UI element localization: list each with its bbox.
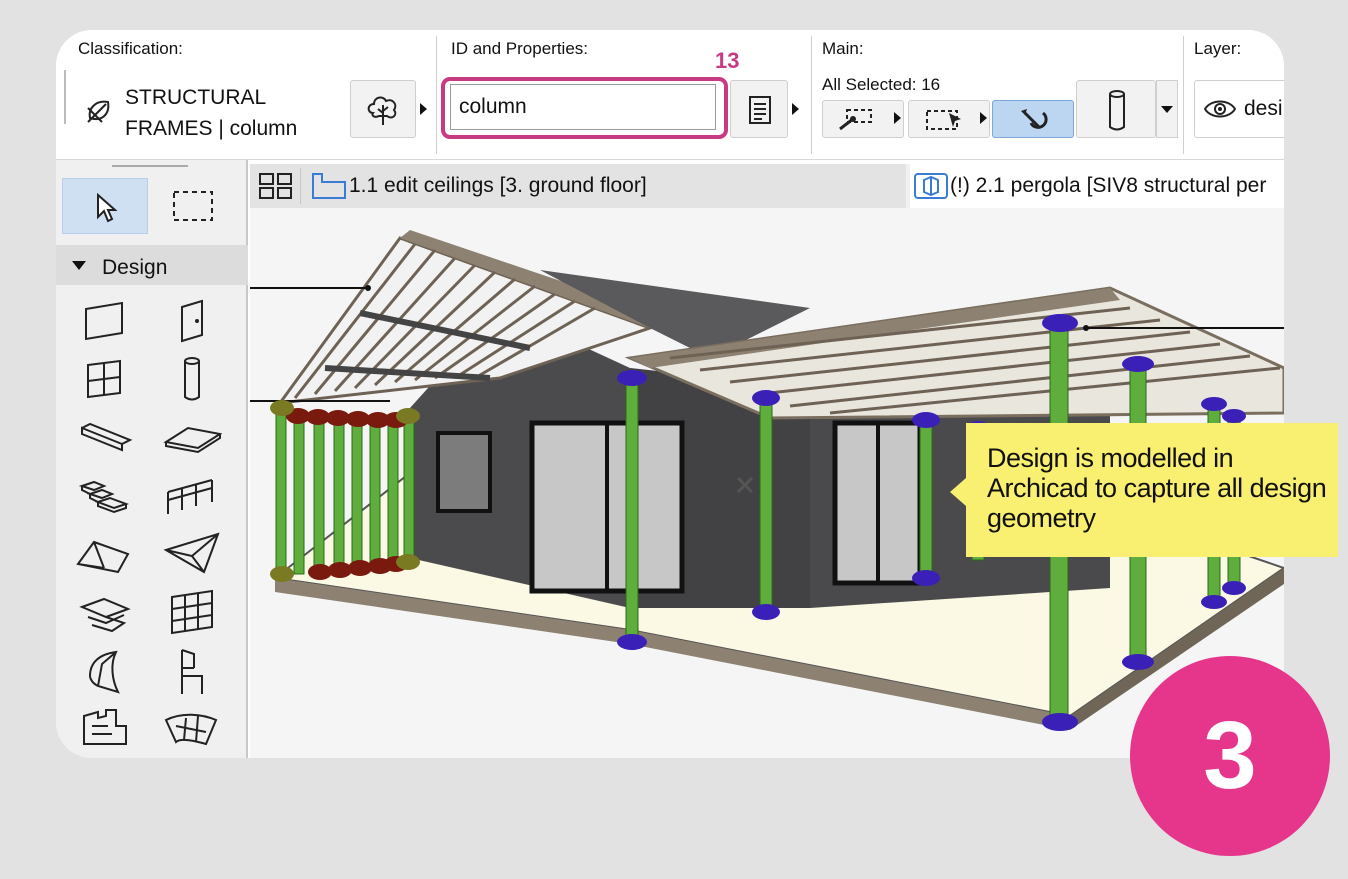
tab-floor-plan-label: 1.1 edit ceilings [3. ground floor] bbox=[349, 174, 647, 197]
stair-icon bbox=[78, 480, 129, 514]
classification-line1: STRUCTURAL bbox=[125, 86, 267, 109]
properties-button[interactable] bbox=[730, 80, 788, 138]
marquee-tool[interactable] bbox=[162, 186, 222, 226]
classification-line2: FRAMES | column bbox=[125, 117, 298, 140]
layer-name: desi bbox=[1244, 97, 1283, 120]
column-tool[interactable] bbox=[162, 353, 222, 405]
eye-icon bbox=[1203, 100, 1237, 118]
roof-icon bbox=[76, 540, 130, 574]
magnet-icon bbox=[1021, 109, 1048, 129]
info-box-toolbar: Classification: STRUCTURAL FRAMES | colu… bbox=[56, 30, 1284, 160]
shell-tool[interactable] bbox=[162, 528, 222, 580]
magic-wand-button[interactable] bbox=[992, 100, 1074, 138]
classification-tree-button[interactable] bbox=[350, 80, 416, 138]
arrow-tool[interactable] bbox=[62, 178, 148, 234]
tree-icon bbox=[367, 96, 397, 125]
surface-tool[interactable] bbox=[162, 704, 222, 756]
mesh-tool[interactable] bbox=[76, 646, 136, 698]
door-icon bbox=[181, 299, 203, 343]
railing-tool[interactable] bbox=[162, 470, 222, 522]
document-icon bbox=[749, 96, 771, 124]
selection-count: All Selected: 16 bbox=[822, 75, 941, 94]
classification-section: Classification: STRUCTURAL FRAMES | colu… bbox=[56, 30, 436, 160]
column-type-button[interactable] bbox=[1076, 80, 1156, 138]
anchor-caret-icon[interactable] bbox=[894, 112, 901, 124]
classification-value: STRUCTURAL FRAMES | column bbox=[125, 82, 297, 144]
shell-icon bbox=[163, 532, 220, 574]
marquee-arrow-icon bbox=[926, 110, 961, 130]
slab-tool[interactable] bbox=[162, 412, 223, 464]
callout-pointer bbox=[950, 478, 966, 506]
archicad-window: Classification: STRUCTURAL FRAMES | colu… bbox=[56, 30, 1284, 758]
classification-caret-icon[interactable] bbox=[420, 103, 427, 115]
curtain-wall-icon bbox=[171, 589, 213, 635]
classification-title: Classification: bbox=[78, 39, 183, 58]
beam-icon bbox=[81, 422, 133, 452]
wall-icon bbox=[85, 301, 123, 341]
callout-text: Design is modelled in Archicad to captur… bbox=[987, 443, 1327, 533]
mesh-icon bbox=[88, 650, 120, 694]
properties-caret-icon[interactable] bbox=[792, 103, 799, 115]
design-section-label: Design bbox=[102, 256, 168, 279]
door-tool[interactable] bbox=[162, 295, 222, 347]
separator bbox=[1183, 36, 1184, 154]
grid-view-icon bbox=[259, 173, 292, 199]
chevron-down-icon bbox=[1161, 106, 1173, 113]
main-title: Main: bbox=[822, 39, 864, 58]
annotation-callout: Design is modelled in Archicad to captur… bbox=[966, 423, 1338, 557]
leaf-icon bbox=[87, 100, 110, 123]
step-number-badge: 3 bbox=[1130, 656, 1330, 856]
pointer-arrow-icon bbox=[97, 193, 117, 223]
collapse-triangle-icon bbox=[72, 261, 86, 270]
stair-tool[interactable] bbox=[76, 470, 136, 522]
id-properties-title: ID and Properties: bbox=[451, 39, 589, 58]
tab-3d[interactable]: (!) 2.1 pergola [SIV8 structural per bbox=[910, 164, 1284, 208]
morph-icon bbox=[79, 597, 131, 633]
object-tool[interactable] bbox=[162, 646, 222, 698]
railing-icon bbox=[167, 479, 213, 514]
column-icon bbox=[184, 357, 200, 401]
layer-selector[interactable]: desi bbox=[1194, 80, 1284, 138]
drag-handle[interactable] bbox=[112, 165, 188, 167]
layer-title: Layer: bbox=[1194, 39, 1242, 58]
design-section-header[interactable]: Design bbox=[56, 245, 248, 285]
tab-3d-label: (!) 2.1 pergola [SIV8 structural per bbox=[950, 174, 1267, 197]
id-field-highlight bbox=[441, 77, 728, 139]
separator bbox=[811, 36, 812, 154]
beam-tool[interactable] bbox=[76, 412, 136, 464]
curtain-wall-tool[interactable] bbox=[162, 587, 222, 639]
column-icon bbox=[1109, 90, 1125, 131]
marquee-icon bbox=[173, 191, 213, 221]
3d-window-icon bbox=[914, 173, 948, 199]
window-icon bbox=[87, 359, 121, 399]
slab-icon bbox=[163, 426, 223, 454]
anchor-button[interactable] bbox=[822, 100, 904, 138]
column-type-dropdown[interactable] bbox=[1156, 80, 1178, 138]
marquee-button[interactable] bbox=[908, 100, 990, 138]
separator bbox=[300, 168, 301, 204]
wall-tool[interactable] bbox=[76, 295, 136, 347]
toolbox: Design bbox=[56, 160, 248, 758]
marquee-caret-icon[interactable] bbox=[980, 112, 987, 124]
chair-icon bbox=[181, 649, 203, 694]
tab-floor-plan[interactable]: 1.1 edit ceilings [3. ground floor] bbox=[250, 164, 906, 208]
floor-plan-icon bbox=[312, 173, 346, 199]
window bbox=[436, 431, 492, 513]
morph-tool[interactable] bbox=[76, 587, 136, 639]
zone-icon bbox=[83, 709, 127, 745]
window-tool[interactable] bbox=[76, 353, 136, 405]
roof-tool[interactable] bbox=[76, 528, 136, 580]
zone-tool[interactable] bbox=[76, 704, 136, 756]
drag-handle[interactable] bbox=[64, 70, 66, 124]
view-tabs: 1.1 edit ceilings [3. ground floor] (!) … bbox=[250, 164, 1284, 208]
annotation-number: 13 bbox=[715, 48, 740, 73]
anchor-line-icon bbox=[839, 109, 872, 131]
surface-mesh-icon bbox=[164, 713, 218, 746]
